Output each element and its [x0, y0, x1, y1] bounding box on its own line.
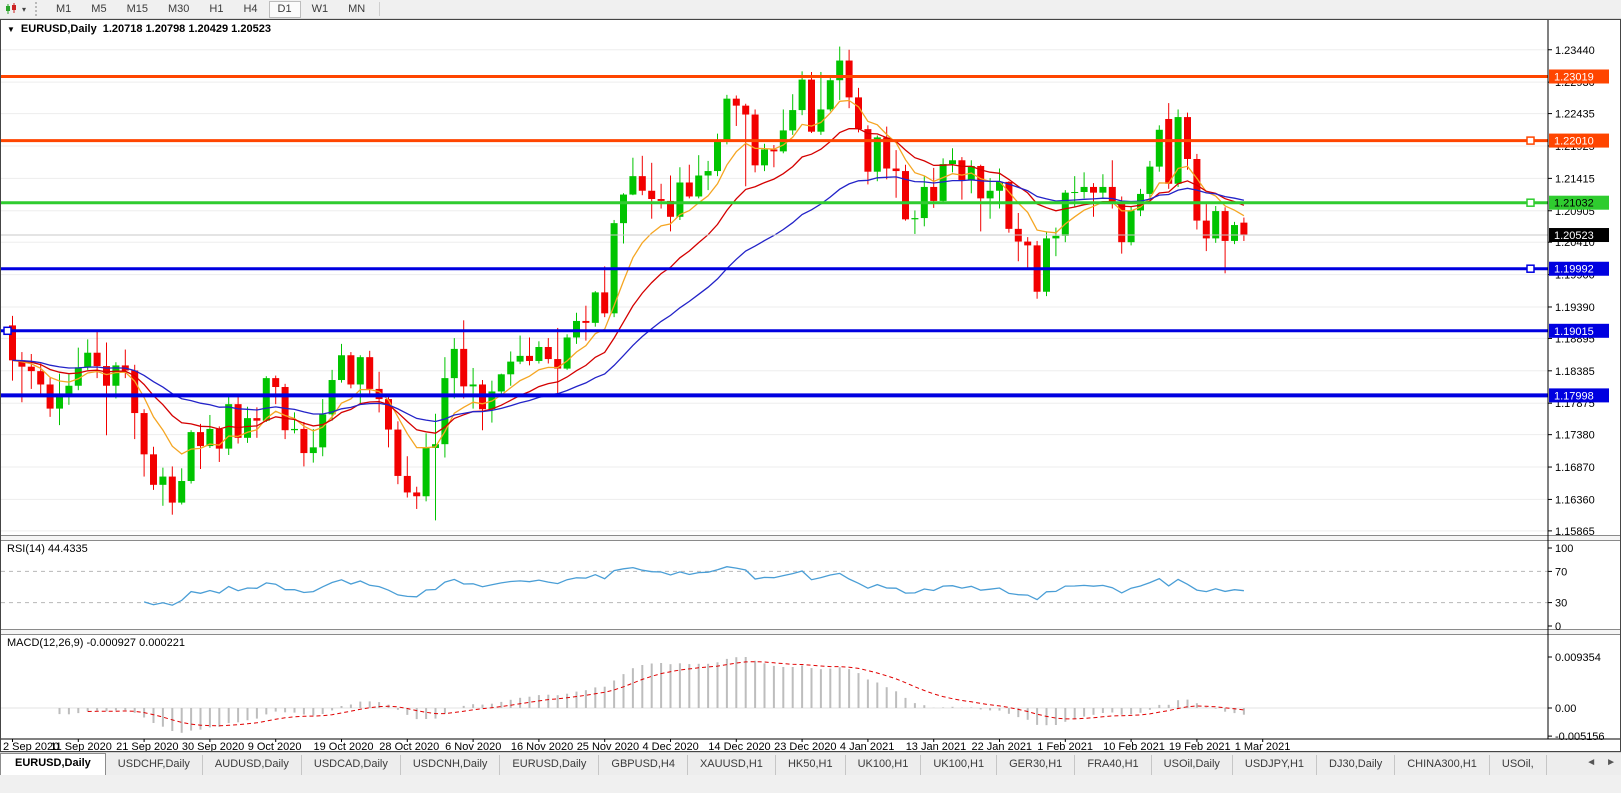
candlestick-chart-icon [5, 3, 19, 15]
timeframe-button-m5[interactable]: M5 [82, 1, 115, 18]
scroll-tabs-left-icon[interactable]: ◄ [1583, 756, 1599, 769]
timeframe-button-m15[interactable]: M15 [118, 1, 157, 18]
symbol-tab-gbpusd-h4[interactable]: GBPUSD,H4 [599, 755, 688, 775]
symbol-tab-usdcnh-daily[interactable]: USDCNH,Daily [401, 755, 501, 775]
svg-text:1.17998: 1.17998 [1554, 390, 1594, 402]
svg-text:4 Dec 2020: 4 Dec 2020 [643, 741, 699, 751]
hline-handle[interactable] [1527, 265, 1534, 272]
hline-handle[interactable] [1527, 137, 1534, 144]
symbol-tab-usoil-daily[interactable]: USOil,Daily [1152, 755, 1233, 775]
svg-text:0.009354: 0.009354 [1555, 652, 1601, 664]
hline-handle[interactable] [4, 327, 11, 334]
chart-window: ▼ EURUSD,Daily 1.20718 1.20798 1.20429 1… [0, 19, 1621, 752]
svg-text:30 Sep 2020: 30 Sep 2020 [182, 741, 244, 751]
chart-type-button[interactable]: ▾ [0, 1, 31, 17]
svg-text:1.22010: 1.22010 [1554, 136, 1594, 148]
tab-scroll-arrows: ◄ ► [1583, 756, 1619, 769]
status-bar [0, 775, 1621, 793]
symbol-tab-usdchf-daily[interactable]: USDCHF,Daily [106, 755, 203, 775]
svg-text:-0.005156: -0.005156 [1555, 731, 1605, 743]
rsi-label: RSI(14) 44.4335 [7, 543, 88, 555]
chart-tabs-bar: EURUSD,DailyUSDCHF,DailyAUDUSD,DailyUSDC… [0, 752, 1621, 775]
symbol-tab-hk50-h1[interactable]: HK50,H1 [776, 755, 846, 775]
svg-text:1.19015: 1.19015 [1554, 326, 1594, 338]
timeframe-button-w1[interactable]: W1 [303, 1, 338, 18]
symbol-tab-dj30-daily[interactable]: DJ30,Daily [1317, 755, 1395, 775]
svg-text:19 Oct 2020: 19 Oct 2020 [314, 741, 374, 751]
svg-text:22 Jan 2021: 22 Jan 2021 [972, 741, 1033, 751]
symbol-tab-eurusd-daily[interactable]: EURUSD,Daily [500, 755, 599, 775]
symbol-tab-ger30-h1[interactable]: GER30,H1 [997, 755, 1075, 775]
svg-text:1.17380: 1.17380 [1555, 430, 1595, 442]
svg-text:1.22435: 1.22435 [1555, 109, 1595, 121]
svg-text:70: 70 [1555, 566, 1567, 578]
svg-text:1.16360: 1.16360 [1555, 494, 1595, 506]
svg-text:100: 100 [1555, 543, 1573, 555]
scroll-tabs-right-icon[interactable]: ► [1603, 756, 1619, 769]
timeframe-button-m30[interactable]: M30 [159, 1, 198, 18]
svg-text:0.00: 0.00 [1555, 703, 1576, 715]
chevron-down-icon: ▾ [22, 5, 26, 14]
svg-text:4 Jan 2021: 4 Jan 2021 [840, 741, 894, 751]
collapse-chart-icon[interactable]: ▼ [7, 25, 15, 34]
macd-label: MACD(12,26,9) -0.000927 0.000221 [7, 637, 185, 649]
timeframe-button-m1[interactable]: M1 [47, 1, 80, 18]
chart-symbol-label: EURUSD,Daily [21, 23, 97, 35]
toolbar-grip[interactable] [35, 2, 42, 16]
svg-text:1.21032: 1.21032 [1554, 198, 1594, 210]
symbol-tab-xauusd-h1[interactable]: XAUUSD,H1 [688, 755, 776, 775]
mt4-app: ▾ M1M5M15M30H1H4D1W1MN ▼ EURUSD,Daily 1.… [0, 0, 1621, 793]
symbol-tab-fra40-h1[interactable]: FRA40,H1 [1075, 755, 1151, 775]
svg-text:21 Sep 2020: 21 Sep 2020 [116, 741, 178, 751]
chart-ohlc-values: 1.20718 1.20798 1.20429 1.20523 [103, 23, 271, 35]
symbol-tab-uk100-h1[interactable]: UK100,H1 [846, 755, 922, 775]
symbol-tab-uk100-h1[interactable]: UK100,H1 [921, 755, 997, 775]
symbol-tab-usdcad-daily[interactable]: USDCAD,Daily [302, 755, 401, 775]
svg-text:11 Sep 2020: 11 Sep 2020 [50, 741, 112, 751]
svg-text:19 Feb 2021: 19 Feb 2021 [1169, 741, 1231, 751]
timeframe-button-d1[interactable]: D1 [269, 1, 301, 18]
timeframe-button-h1[interactable]: H1 [200, 1, 232, 18]
symbol-tab-china300-h1[interactable]: CHINA300,H1 [1395, 755, 1490, 775]
svg-text:1.15865: 1.15865 [1555, 526, 1595, 538]
svg-text:1 Mar 2021: 1 Mar 2021 [1235, 741, 1291, 751]
chart-title: ▼ EURUSD,Daily 1.20718 1.20798 1.20429 1… [7, 23, 271, 35]
svg-text:10 Feb 2021: 10 Feb 2021 [1103, 741, 1165, 751]
svg-text:1.23440: 1.23440 [1555, 45, 1595, 57]
svg-text:1.23019: 1.23019 [1554, 71, 1594, 83]
hline-handle[interactable] [1527, 199, 1534, 206]
symbol-tab-usoil[interactable]: USOil, [1490, 755, 1547, 775]
timeframe-button-h4[interactable]: H4 [234, 1, 266, 18]
svg-text:14 Dec 2020: 14 Dec 2020 [708, 741, 770, 751]
toolbar-separator [379, 2, 380, 16]
svg-text:1.21415: 1.21415 [1555, 173, 1595, 185]
svg-text:9 Oct 2020: 9 Oct 2020 [248, 741, 302, 751]
svg-text:1.20523: 1.20523 [1554, 230, 1594, 242]
svg-text:28 Oct 2020: 28 Oct 2020 [379, 741, 439, 751]
svg-text:1.19390: 1.19390 [1555, 302, 1595, 314]
svg-text:16 Nov 2020: 16 Nov 2020 [511, 741, 573, 751]
svg-text:1.18385: 1.18385 [1555, 366, 1595, 378]
svg-text:25 Nov 2020: 25 Nov 2020 [577, 741, 639, 751]
svg-text:30: 30 [1555, 598, 1567, 610]
svg-text:23 Dec 2020: 23 Dec 2020 [774, 741, 836, 751]
svg-text:1 Feb 2021: 1 Feb 2021 [1037, 741, 1093, 751]
symbol-tab-audusd-daily[interactable]: AUDUSD,Daily [203, 755, 302, 775]
svg-text:1.19992: 1.19992 [1554, 264, 1594, 276]
symbol-tab-usdjpy-h1[interactable]: USDJPY,H1 [1233, 755, 1317, 775]
chart-tabs: EURUSD,DailyUSDCHF,DailyAUDUSD,DailyUSDC… [0, 753, 1547, 775]
toolbar: ▾ M1M5M15M30H1H4D1W1MN [0, 0, 1621, 19]
svg-text:0: 0 [1555, 621, 1561, 633]
svg-text:6 Nov 2020: 6 Nov 2020 [445, 741, 501, 751]
svg-text:1.16870: 1.16870 [1555, 462, 1595, 474]
price-chart-canvas[interactable]: 1.234401.229301.224351.219251.214151.209… [1, 20, 1620, 751]
timeframe-buttons: M1M5M15M30H1H4D1W1MN [46, 0, 375, 18]
timeframe-button-mn[interactable]: MN [339, 1, 374, 18]
symbol-tab-eurusd-daily[interactable]: EURUSD,Daily [0, 753, 106, 775]
svg-text:13 Jan 2021: 13 Jan 2021 [906, 741, 967, 751]
